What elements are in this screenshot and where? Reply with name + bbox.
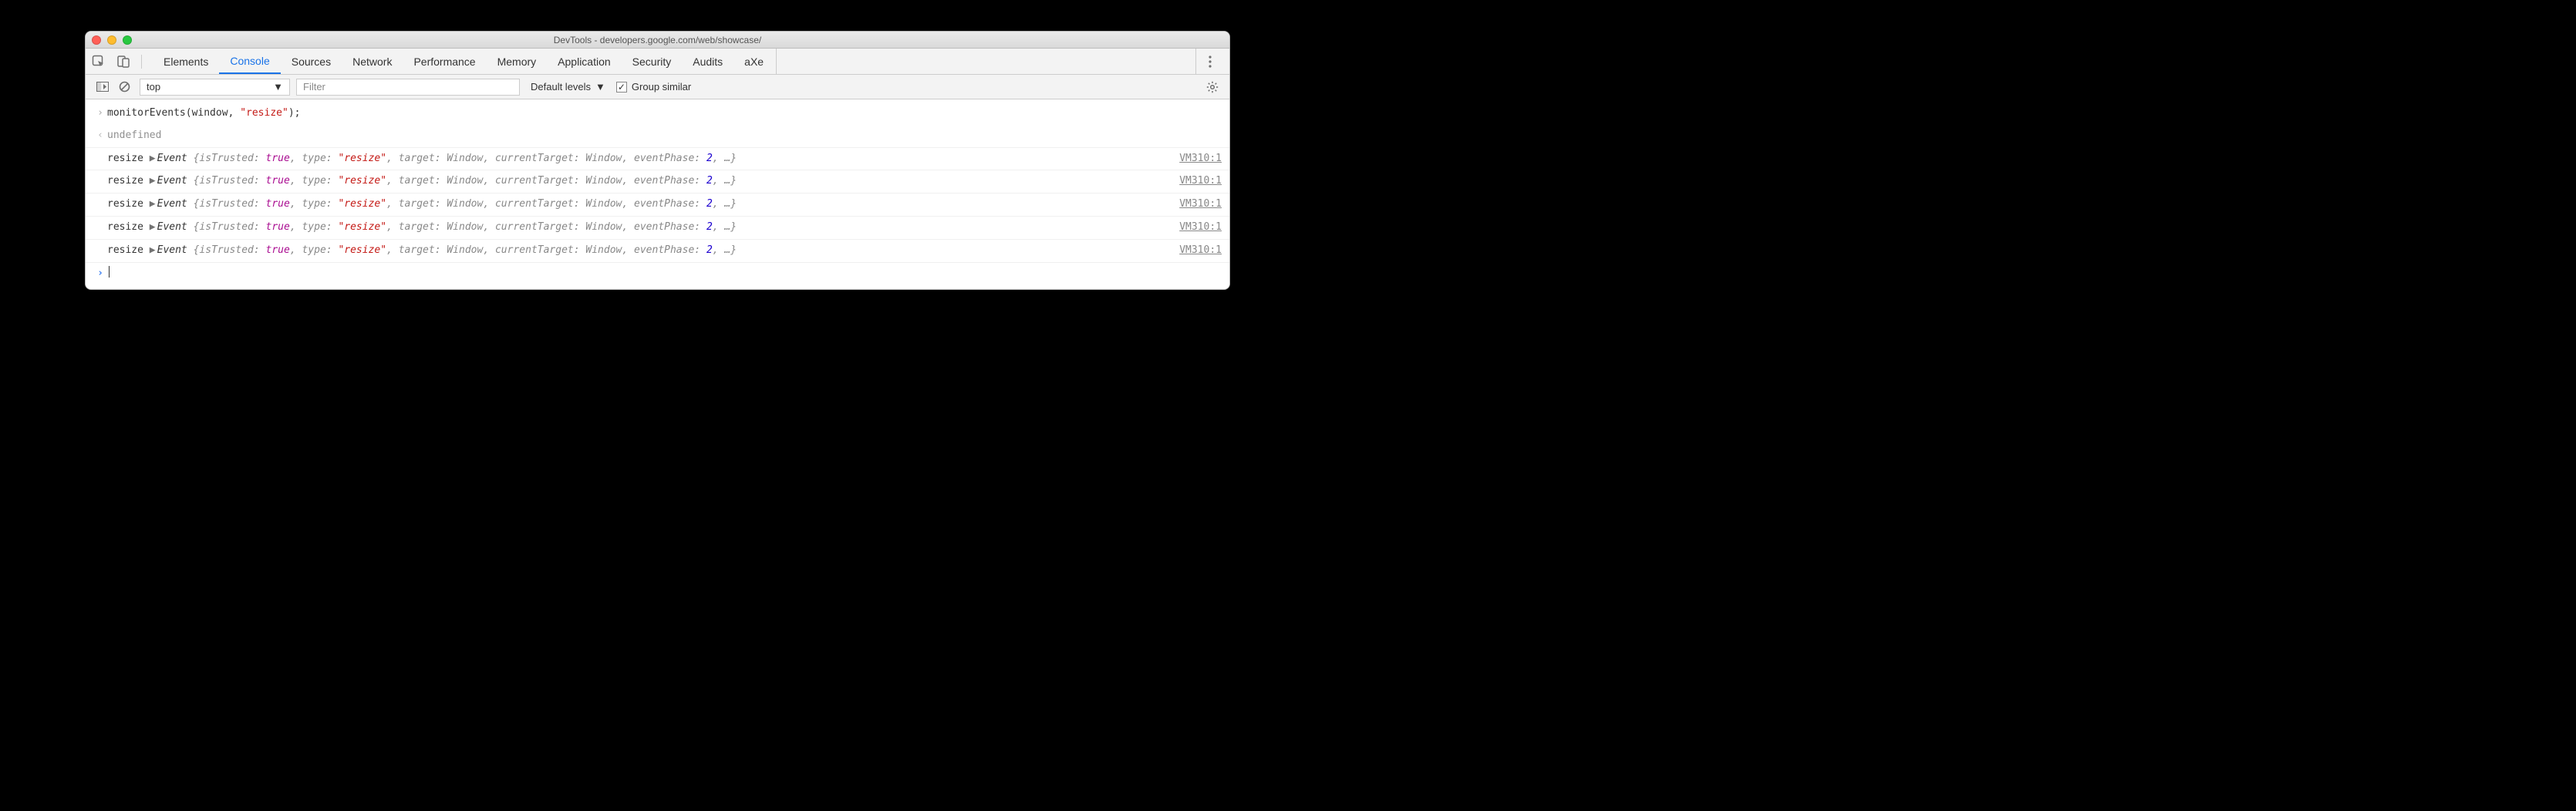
checkbox-icon: ✓ (616, 82, 627, 93)
return-value: undefined (107, 128, 1222, 144)
console-output: › monitorEvents(window, "resize"); ‹ und… (86, 99, 1229, 289)
console-prompt[interactable]: › (86, 263, 1229, 285)
toggle-sidebar-button[interactable] (92, 78, 113, 96)
clear-console-button[interactable] (113, 78, 135, 96)
tab-performance[interactable]: Performance (403, 49, 486, 74)
expand-object-icon[interactable]: ▶ (150, 175, 156, 187)
input-code: monitorEvents(window, "resize"); (107, 106, 1222, 122)
console-return-row: ‹ undefined (86, 125, 1229, 148)
console-log-row: resize ▶Event {isTrusted: true, type: "r… (86, 170, 1229, 193)
filter-input[interactable]: Filter (296, 79, 520, 96)
expand-object-icon[interactable]: ▶ (150, 153, 156, 164)
input-chevron-icon: › (93, 106, 107, 122)
tab-audits[interactable]: Audits (682, 49, 733, 74)
console-log-row: resize ▶Event {isTrusted: true, type: "r… (86, 193, 1229, 217)
tab-memory[interactable]: Memory (487, 49, 548, 74)
log-source-link[interactable]: VM310:1 (1172, 151, 1222, 167)
devtools-window: DevTools - developers.google.com/web/sho… (85, 31, 1230, 290)
inspect-element-icon[interactable] (92, 55, 106, 69)
expand-object-icon[interactable]: ▶ (150, 244, 156, 256)
log-source-link[interactable]: VM310:1 (1172, 220, 1222, 236)
log-source-link[interactable]: VM310:1 (1172, 197, 1222, 213)
tab-elements[interactable]: Elements (153, 49, 219, 74)
maximize-window-button[interactable] (123, 35, 132, 45)
tab-console[interactable]: Console (219, 49, 280, 74)
console-log-row: resize ▶Event {isTrusted: true, type: "r… (86, 217, 1229, 240)
log-content: resize ▶Event {isTrusted: true, type: "r… (107, 173, 1172, 190)
log-content: resize ▶Event {isTrusted: true, type: "r… (107, 197, 1172, 213)
levels-label: Default levels (531, 81, 591, 93)
group-similar-label: Group similar (632, 81, 691, 93)
tab-network[interactable]: Network (342, 49, 403, 74)
tab-sources[interactable]: Sources (281, 49, 342, 74)
filter-placeholder: Filter (303, 81, 325, 93)
window-title: DevTools - developers.google.com/web/sho… (86, 35, 1229, 45)
console-input-echo: › monitorEvents(window, "resize"); (86, 103, 1229, 125)
log-levels-select[interactable]: Default levels ▼ (531, 81, 605, 93)
prompt-chevron-icon: › (93, 266, 107, 282)
window-controls (92, 35, 132, 45)
titlebar: DevTools - developers.google.com/web/sho… (86, 32, 1229, 49)
group-similar-checkbox[interactable]: ✓ Group similar (616, 81, 691, 93)
device-toggle-icon[interactable] (116, 55, 130, 69)
dropdown-caret-icon: ▼ (595, 81, 605, 93)
panel-tabs: ElementsConsoleSourcesNetworkPerformance… (86, 49, 1229, 75)
tab-security[interactable]: Security (622, 49, 683, 74)
return-chevron-icon: ‹ (93, 128, 107, 144)
console-settings-button[interactable] (1202, 75, 1223, 99)
prompt-input[interactable] (107, 266, 1222, 282)
tab-application[interactable]: Application (547, 49, 622, 74)
tabs-container: ElementsConsoleSourcesNetworkPerformance… (153, 49, 778, 74)
log-content: resize ▶Event {isTrusted: true, type: "r… (107, 220, 1172, 236)
tab-axe[interactable]: aXe (733, 49, 774, 74)
expand-object-icon[interactable]: ▶ (150, 221, 156, 233)
context-value: top (147, 81, 160, 93)
console-toolbar: top ▼ Filter Default levels ▼ ✓ Group si… (86, 75, 1229, 99)
console-log-row: resize ▶Event {isTrusted: true, type: "r… (86, 148, 1229, 171)
log-source-link[interactable]: VM310:1 (1172, 243, 1222, 259)
log-content: resize ▶Event {isTrusted: true, type: "r… (107, 151, 1172, 167)
log-content: resize ▶Event {isTrusted: true, type: "r… (107, 243, 1172, 259)
expand-object-icon[interactable]: ▶ (150, 198, 156, 210)
console-log-row: resize ▶Event {isTrusted: true, type: "r… (86, 240, 1229, 263)
context-select[interactable]: top ▼ (140, 79, 290, 96)
log-source-link[interactable]: VM310:1 (1172, 173, 1222, 190)
close-window-button[interactable] (92, 35, 101, 45)
dropdown-caret-icon: ▼ (273, 81, 283, 93)
minimize-window-button[interactable] (107, 35, 116, 45)
more-menu-button[interactable] (1195, 49, 1223, 74)
